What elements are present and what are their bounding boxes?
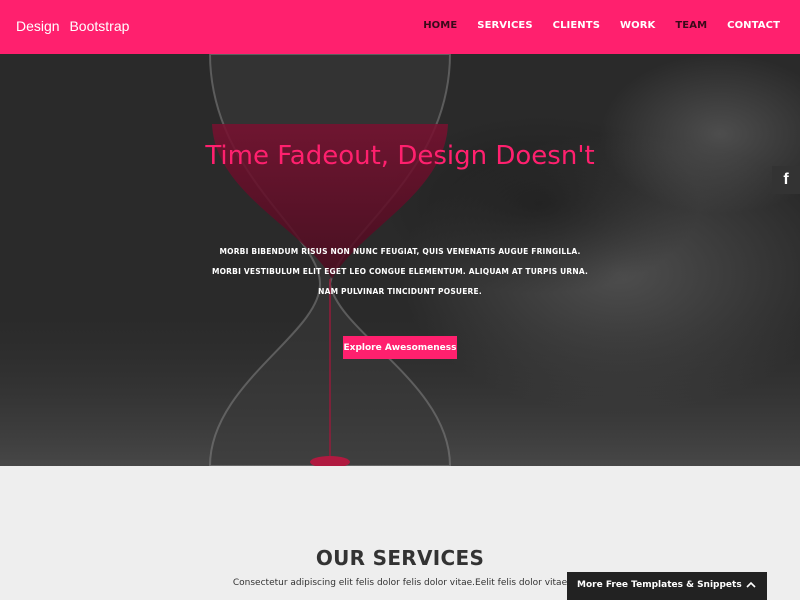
nav-services[interactable]: SERVICES xyxy=(477,20,532,31)
nav-home[interactable]: HOME xyxy=(423,20,457,31)
hero-section: Time Fadeout, Design Doesn't Morbi biben… xyxy=(0,54,800,466)
nav-contact[interactable]: CONTACT xyxy=(727,20,780,31)
facebook-icon: f xyxy=(783,171,789,188)
nav-clients[interactable]: CLIENTS xyxy=(553,20,600,31)
hero-description: Morbi bibendum risus non nunc feugiat, q… xyxy=(211,247,589,296)
explore-button[interactable]: Explore Awesomeness xyxy=(343,336,457,359)
hero-title: Time Fadeout, Design Doesn't xyxy=(205,141,595,171)
navbar: Design Bootstrap HOME SERVICES CLIENTS W… xyxy=(0,0,800,54)
facebook-share-button[interactable]: f xyxy=(772,166,800,194)
services-heading: OUR SERVICES xyxy=(315,546,485,570)
nav-team[interactable]: TEAM xyxy=(675,20,707,31)
brand-logo[interactable]: Design Bootstrap xyxy=(16,18,129,34)
promo-label: More Free Templates & Snippets xyxy=(577,580,742,590)
chevron-up-icon xyxy=(746,581,756,588)
promo-bar[interactable]: More Free Templates & Snippets xyxy=(567,572,767,600)
nav-work[interactable]: WORK xyxy=(620,20,655,31)
nav-menu: HOME SERVICES CLIENTS WORK TEAM CONTACT xyxy=(403,20,780,31)
services-description: Consectetur adipiscing elit felis dolor … xyxy=(232,578,568,588)
